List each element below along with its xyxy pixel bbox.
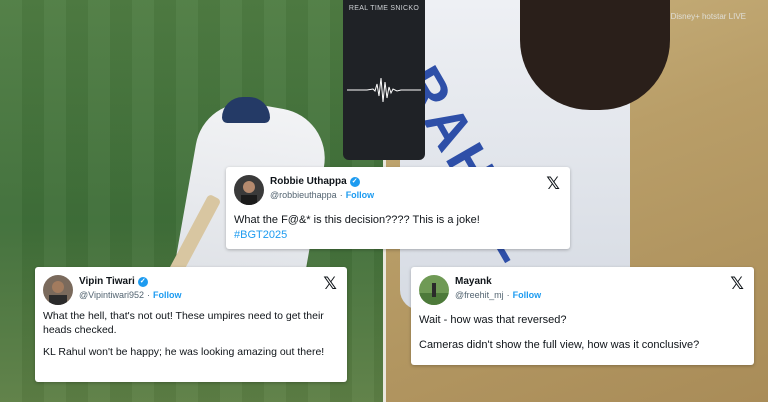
verified-icon: ✓ — [137, 276, 148, 287]
tweet-text-1: Wait - how was that reversed? — [419, 314, 567, 326]
follow-button[interactable]: Follow — [513, 290, 542, 300]
avatar[interactable] — [43, 275, 73, 305]
x-logo-icon[interactable]: 𝕏 — [730, 274, 744, 294]
author-handle[interactable]: @Vipintiwari952 — [79, 290, 144, 300]
tweet-card-vipin[interactable]: Vipin Tiwari ✓ @Vipintiwari952 · Follow … — [35, 267, 347, 382]
follow-button[interactable]: Follow — [153, 290, 182, 300]
snicko-label: REAL TIME SNICKO — [348, 5, 420, 12]
author-handle[interactable]: @robbieuthappa — [270, 190, 337, 200]
snicko-waveform — [347, 77, 421, 103]
tweet-body: What the hell, that's not out! These ump… — [43, 309, 339, 359]
tweet-text-1: What the hell, that's not out! These ump… — [43, 310, 324, 336]
tweet-text-2: KL Rahul won't be happy; he was looking … — [43, 346, 325, 358]
verified-icon: ✓ — [349, 176, 360, 187]
author-name[interactable]: Robbie Uthappa — [270, 176, 347, 187]
author-name[interactable]: Vipin Tiwari — [79, 276, 135, 287]
tweet-body: Wait - how was that reversed? Cameras di… — [419, 313, 746, 353]
avatar[interactable] — [234, 175, 264, 205]
snicko-panel: REAL TIME SNICKO — [343, 0, 425, 160]
broadcaster-logo: Disney+ hotstar LIVE — [670, 12, 746, 21]
tweet-card-mayank[interactable]: Mayank @freehit_mj · Follow 𝕏 Wait - how… — [411, 267, 754, 365]
x-logo-icon[interactable]: 𝕏 — [323, 274, 337, 294]
author-name[interactable]: Mayank — [455, 276, 492, 287]
x-logo-icon[interactable]: 𝕏 — [546, 174, 560, 194]
tweet-body: What the F@&* is this decision???? This … — [234, 213, 562, 243]
hashtag-link[interactable]: #BGT2025 — [234, 228, 562, 243]
follow-button[interactable]: Follow — [346, 190, 375, 200]
avatar[interactable] — [419, 275, 449, 305]
tweet-card-robbie[interactable]: Robbie Uthappa ✓ @robbieuthappa · Follow… — [226, 167, 570, 249]
tweet-text: What the F@&* is this decision???? This … — [234, 214, 480, 226]
author-handle[interactable]: @freehit_mj — [455, 290, 504, 300]
tweet-text-2: Cameras didn't show the full view, how w… — [419, 339, 700, 351]
